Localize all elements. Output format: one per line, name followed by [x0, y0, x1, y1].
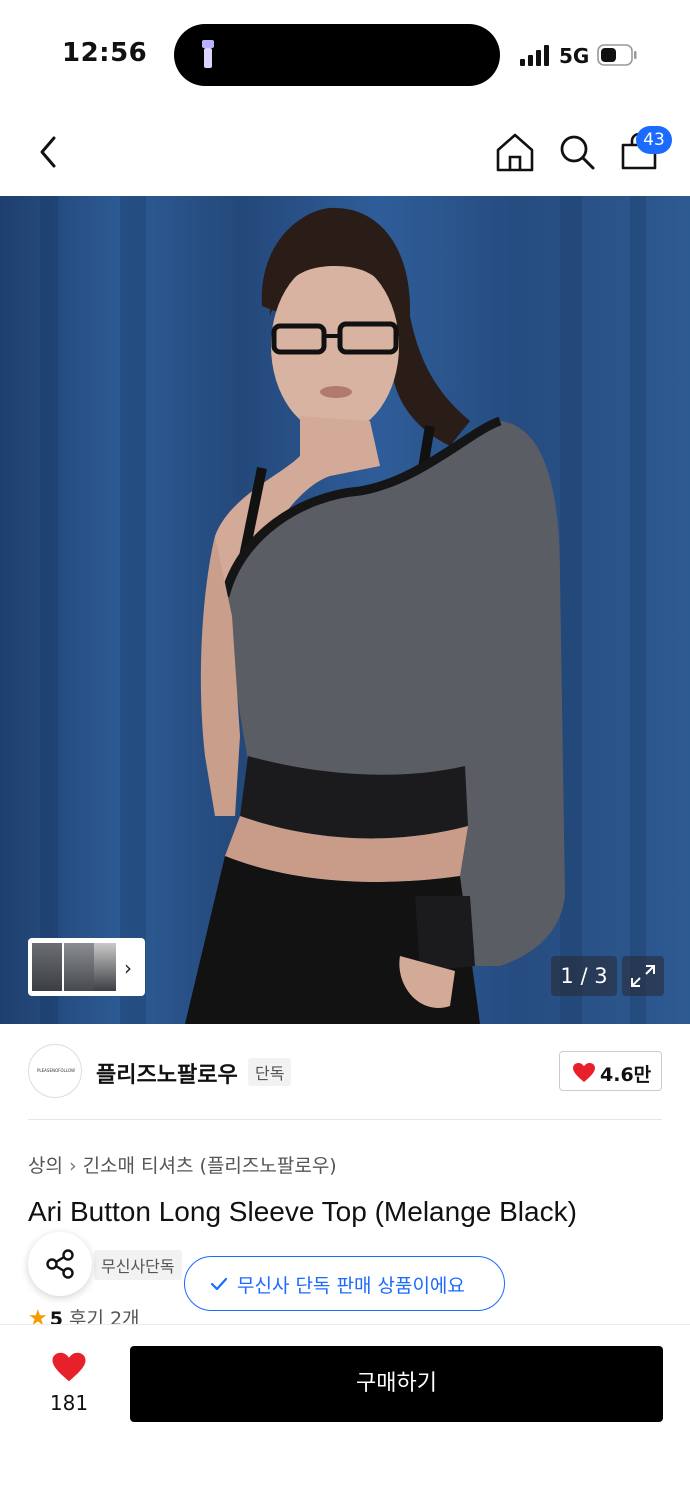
wishlist-count: 181: [49, 1391, 89, 1415]
chevron-right-icon: ›: [124, 956, 132, 980]
exclusive-badge: 단독: [248, 1058, 292, 1086]
cart-count-badge: 43: [636, 126, 672, 154]
breadcrumb-item[interactable]: 상의: [28, 1155, 63, 1177]
share-icon: [46, 1249, 74, 1279]
share-button[interactable]: [28, 1232, 92, 1296]
image-counter: 1 / 3: [551, 956, 617, 996]
product-photo: [40, 196, 646, 1024]
brand-like-count: 4.6만: [600, 1064, 652, 1086]
brand-logo-text: PLEASENOFOLLOW: [37, 1068, 75, 1073]
status-time: 12:56: [62, 38, 148, 68]
wishlist-button[interactable]: 181: [34, 1351, 104, 1415]
search-icon[interactable]: [556, 130, 598, 174]
rating-row[interactable]: ★ 5 후기 2개: [28, 1304, 140, 1326]
thumbnail-image[interactable]: [94, 943, 116, 991]
divider: [28, 1119, 662, 1120]
home-icon[interactable]: [494, 130, 536, 174]
network-type: 5G: [559, 44, 590, 68]
buy-button[interactable]: 구매하기: [130, 1346, 663, 1422]
breadcrumb: 상의 › 긴소매 티셔츠 (플리즈노팔로우): [28, 1151, 337, 1178]
product-image-carousel[interactable]: › 1 / 3: [0, 196, 690, 1024]
heart-icon: [52, 1352, 86, 1382]
product-title: Ari Button Long Sleeve Top (Melange Blac…: [28, 1196, 577, 1227]
musinsa-exclusive-tag: 무신사단독: [94, 1250, 182, 1280]
dynamic-island: [174, 24, 500, 86]
thumbnail-strip[interactable]: ›: [28, 938, 145, 996]
brand-logo[interactable]: PLEASENOFOLLOW: [28, 1044, 82, 1098]
expand-icon: [631, 965, 655, 987]
back-arrow-icon[interactable]: [30, 130, 70, 174]
flashlight-icon: [202, 40, 214, 68]
breadcrumb-item[interactable]: 긴소매 티셔츠 (플리즈노팔로우): [83, 1155, 337, 1177]
bottom-purchase-bar: 181 구매하기: [0, 1324, 690, 1500]
expand-button[interactable]: [622, 956, 664, 996]
thumbnail-image[interactable]: [64, 943, 94, 991]
brand-name[interactable]: 플리즈노팔로우: [96, 1057, 238, 1089]
status-bar: 12:56 5G: [0, 0, 690, 110]
heart-icon: [573, 1063, 595, 1082]
cellular-signal-icon: [520, 44, 552, 66]
star-icon: ★: [28, 1306, 48, 1326]
battery-icon: [597, 44, 637, 66]
brand-like-button[interactable]: 4.6만: [559, 1051, 662, 1091]
top-nav-bar: 43: [0, 110, 690, 196]
thumbnail-image[interactable]: [32, 943, 62, 991]
exclusive-notice-chip: 무신사 단독 판매 상품이에요: [184, 1256, 505, 1311]
exclusive-notice-text: 무신사 단독 판매 상품이에요: [237, 1275, 465, 1297]
check-icon: [210, 1277, 228, 1291]
chevron-right-icon: ›: [68, 1155, 77, 1177]
